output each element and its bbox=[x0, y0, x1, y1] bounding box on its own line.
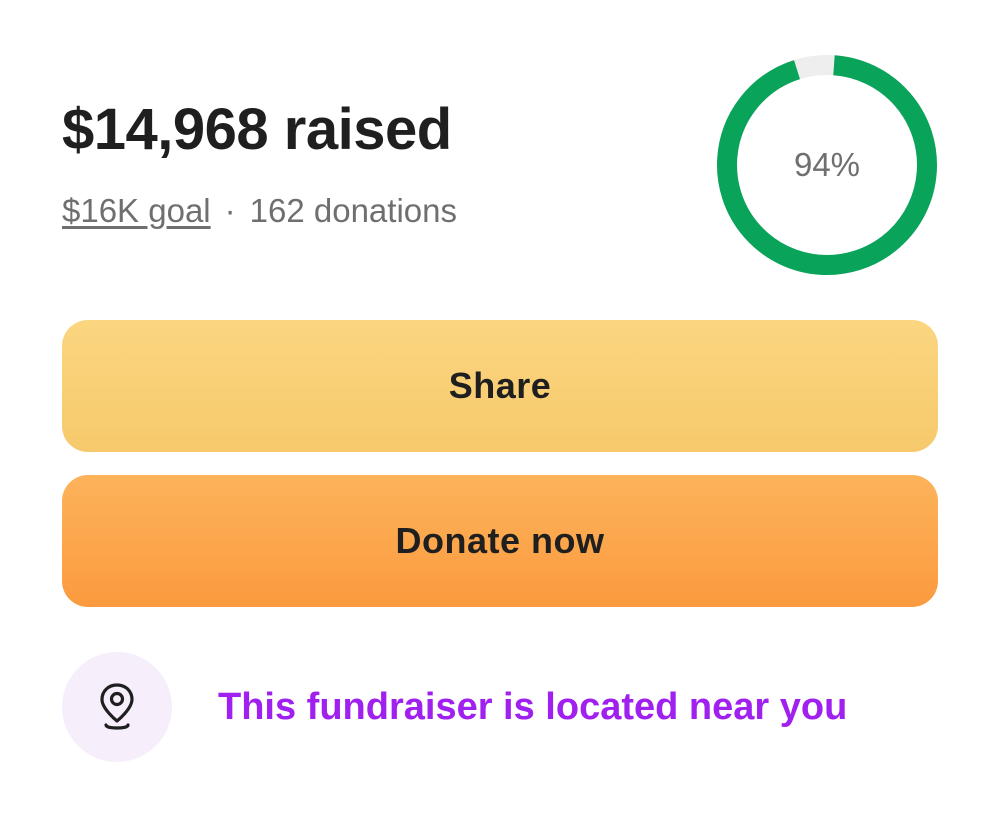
map-pin-icon bbox=[100, 683, 134, 730]
location-notice: This fundraiser is located near you bbox=[62, 652, 847, 762]
fundraiser-meta: $16K goal · 162 donations bbox=[62, 192, 457, 230]
share-button[interactable]: Share bbox=[62, 320, 938, 452]
amount-raised: $14,968 raised bbox=[62, 97, 452, 162]
goal-link[interactable]: $16K goal bbox=[62, 192, 211, 229]
fundraiser-card: $14,968 raised $16K goal · 162 donations 9… bbox=[0, 0, 1000, 818]
location-icon-badge bbox=[62, 652, 172, 762]
donation-count: 162 donations bbox=[249, 192, 457, 229]
location-text: This fundraiser is located near you bbox=[218, 685, 848, 728]
donate-now-button[interactable]: Donate now bbox=[62, 475, 938, 607]
meta-separator: · bbox=[224, 192, 236, 229]
progress-ring: 94% bbox=[714, 52, 940, 278]
progress-percent: 94% bbox=[793, 146, 861, 183]
